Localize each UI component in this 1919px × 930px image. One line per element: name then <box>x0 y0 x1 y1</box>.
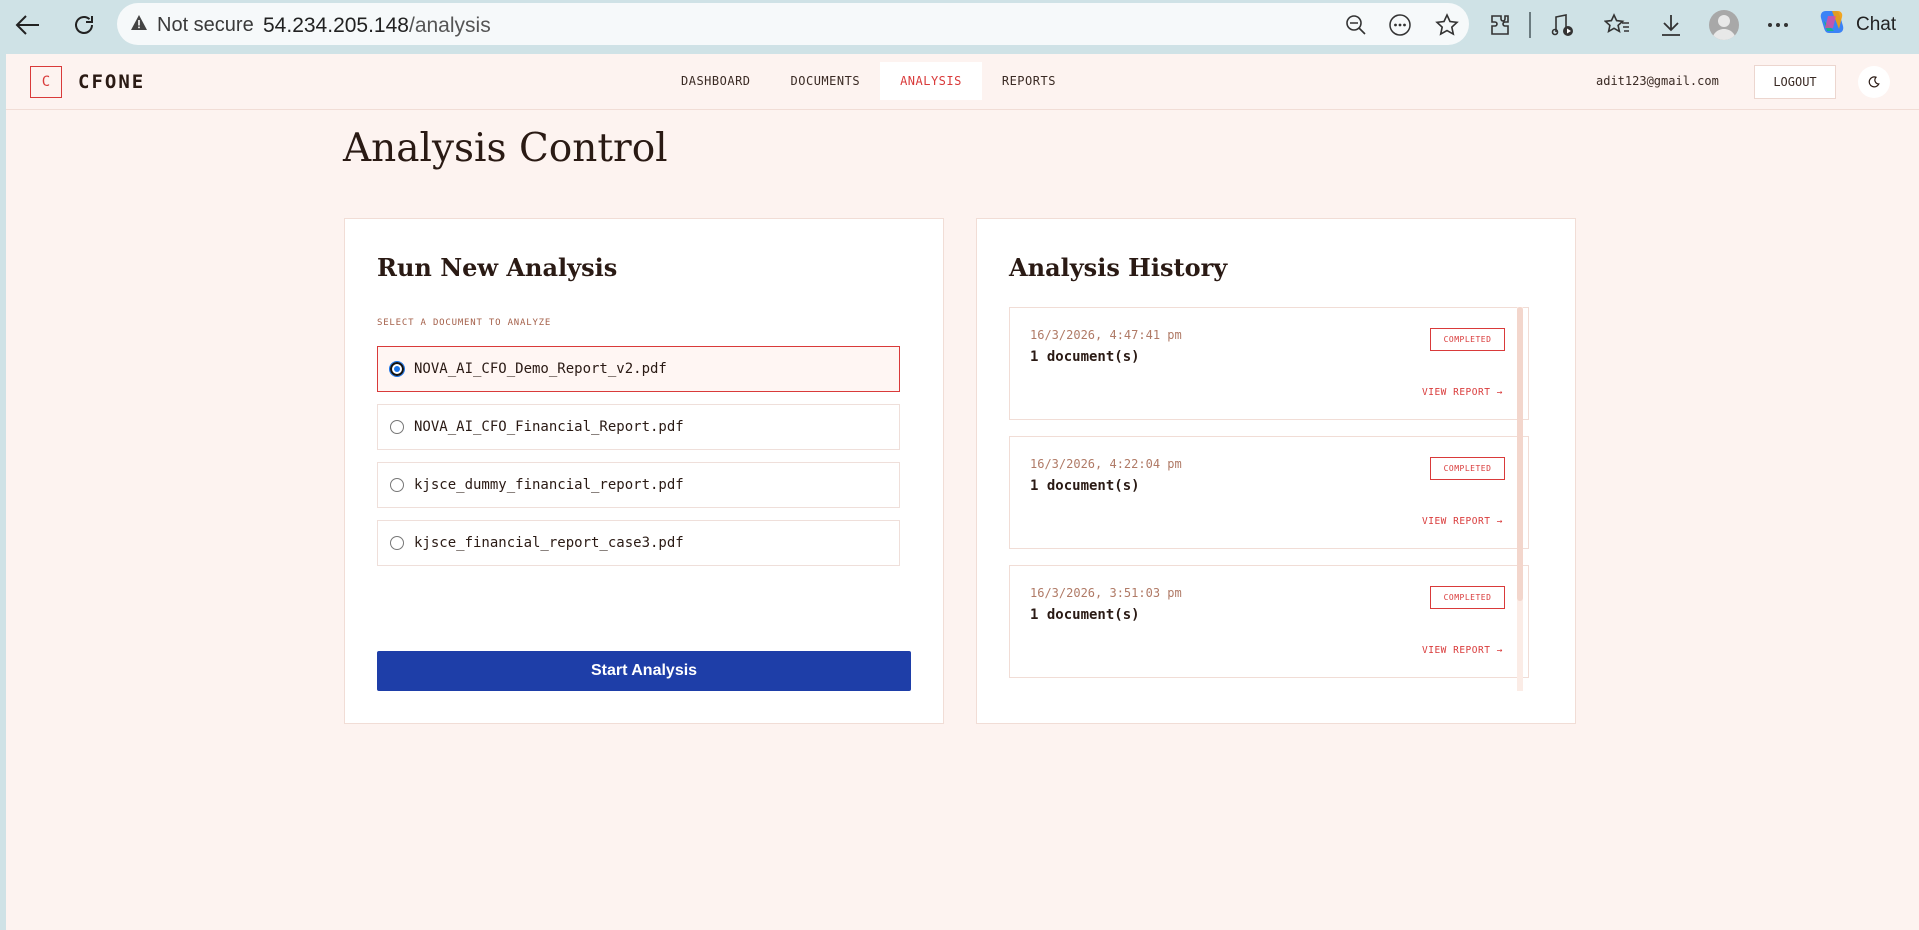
analysis-history-card: Analysis History 16/3/2026, 4:47:41 pm 1… <box>976 218 1576 724</box>
copilot-icon <box>1818 7 1848 43</box>
document-name: NOVA_AI_CFO_Demo_Report_v2.pdf <box>414 361 667 377</box>
url-path: /analysis <box>408 14 491 37</box>
radio-button[interactable] <box>390 478 404 492</box>
media-icon[interactable] <box>1547 9 1579 41</box>
history-scrollbar[interactable] <box>1517 307 1523 691</box>
history-item: 16/3/2026, 4:47:41 pm 1 document(s) COMP… <box>1009 307 1529 420</box>
logout-button[interactable]: LOGOUT <box>1754 65 1836 99</box>
zoom-out-icon[interactable] <box>1343 12 1369 38</box>
document-option[interactable]: NOVA_AI_CFO_Demo_Report_v2.pdf <box>377 346 900 392</box>
history-doc-count: 1 document(s) <box>1030 478 1140 494</box>
page-title: Analysis Control <box>343 126 668 171</box>
radio-button[interactable] <box>390 420 404 434</box>
radio-button[interactable] <box>389 361 405 377</box>
browser-toolbar: Not secure 54.234.205.148/analysis Chat <box>0 0 1919 50</box>
extensions-icon[interactable] <box>1484 9 1516 41</box>
document-name: kjsce_financial_report_case3.pdf <box>414 535 684 551</box>
favorites-icon[interactable] <box>1601 9 1633 41</box>
history-doc-count: 1 document(s) <box>1030 607 1140 623</box>
nav-reports[interactable]: REPORTS <box>982 62 1076 100</box>
security-label: Not secure <box>157 14 254 36</box>
history-doc-count: 1 document(s) <box>1030 349 1140 365</box>
run-analysis-title: Run New Analysis <box>377 253 618 282</box>
app-page: C CFONE DASHBOARD DOCUMENTS ANALYSIS REP… <box>6 54 1919 930</box>
warning-icon <box>130 14 148 37</box>
document-option[interactable]: kjsce_financial_report_case3.pdf <box>377 520 900 566</box>
run-analysis-card: Run New Analysis SELECT A DOCUMENT TO AN… <box>344 218 944 724</box>
start-analysis-button[interactable]: Start Analysis <box>377 651 911 691</box>
logo-mark[interactable]: C <box>30 66 62 98</box>
history-timestamp: 16/3/2026, 3:51:03 pm <box>1030 586 1182 600</box>
document-name: kjsce_dummy_financial_report.pdf <box>414 477 684 493</box>
main-nav: DASHBOARD DOCUMENTS ANALYSIS REPORTS <box>661 62 1076 100</box>
nav-dashboard[interactable]: DASHBOARD <box>661 62 771 100</box>
document-name: NOVA_AI_CFO_Financial_Report.pdf <box>414 419 684 435</box>
nav-analysis[interactable]: ANALYSIS <box>880 62 982 100</box>
refresh-icon[interactable] <box>68 9 100 41</box>
theme-toggle-button[interactable] <box>1858 66 1890 98</box>
back-icon[interactable] <box>12 9 44 41</box>
status-badge: COMPLETED <box>1430 586 1505 609</box>
history-item: 16/3/2026, 3:51:03 pm 1 document(s) COMP… <box>1009 565 1529 678</box>
history-list[interactable]: 16/3/2026, 4:47:41 pm 1 document(s) COMP… <box>1009 307 1531 691</box>
select-document-label: SELECT A DOCUMENT TO ANALYZE <box>377 318 552 328</box>
chat-label: Chat <box>1856 14 1897 35</box>
logo-text[interactable]: CFONE <box>78 71 145 93</box>
profile-avatar[interactable] <box>1709 10 1739 40</box>
view-report-link[interactable]: VIEW REPORT → <box>1422 387 1503 398</box>
view-report-link[interactable]: VIEW REPORT → <box>1422 516 1503 527</box>
history-item: 16/3/2026, 4:22:04 pm 1 document(s) COMP… <box>1009 436 1529 549</box>
nav-documents[interactable]: DOCUMENTS <box>771 62 881 100</box>
copilot-chat-button[interactable]: Chat <box>1818 9 1896 41</box>
radio-button[interactable] <box>390 536 404 550</box>
history-title: Analysis History <box>1009 253 1228 282</box>
url-host: 54.234.205.148 <box>263 14 409 37</box>
status-badge: COMPLETED <box>1430 457 1505 480</box>
history-timestamp: 16/3/2026, 4:22:04 pm <box>1030 457 1182 471</box>
view-report-link[interactable]: VIEW REPORT → <box>1422 645 1503 656</box>
status-badge: COMPLETED <box>1430 328 1505 351</box>
moon-icon <box>1868 76 1880 88</box>
more-options-icon[interactable] <box>1387 12 1413 38</box>
download-icon[interactable] <box>1655 9 1687 41</box>
url-text[interactable]: 54.234.205.148/analysis <box>263 14 491 38</box>
history-timestamp: 16/3/2026, 4:47:41 pm <box>1030 328 1182 342</box>
scrollbar-thumb[interactable] <box>1517 307 1523 601</box>
user-email: adit123@gmail.com <box>1596 74 1719 88</box>
app-header: C CFONE DASHBOARD DOCUMENTS ANALYSIS REP… <box>6 54 1919 110</box>
address-bar[interactable]: Not secure 54.234.205.148/analysis <box>117 3 1469 45</box>
settings-more-icon[interactable] <box>1762 9 1794 41</box>
toolbar-divider <box>1529 12 1531 38</box>
document-option[interactable]: kjsce_dummy_financial_report.pdf <box>377 462 900 508</box>
document-option[interactable]: NOVA_AI_CFO_Financial_Report.pdf <box>377 404 900 450</box>
star-icon[interactable] <box>1434 12 1460 38</box>
